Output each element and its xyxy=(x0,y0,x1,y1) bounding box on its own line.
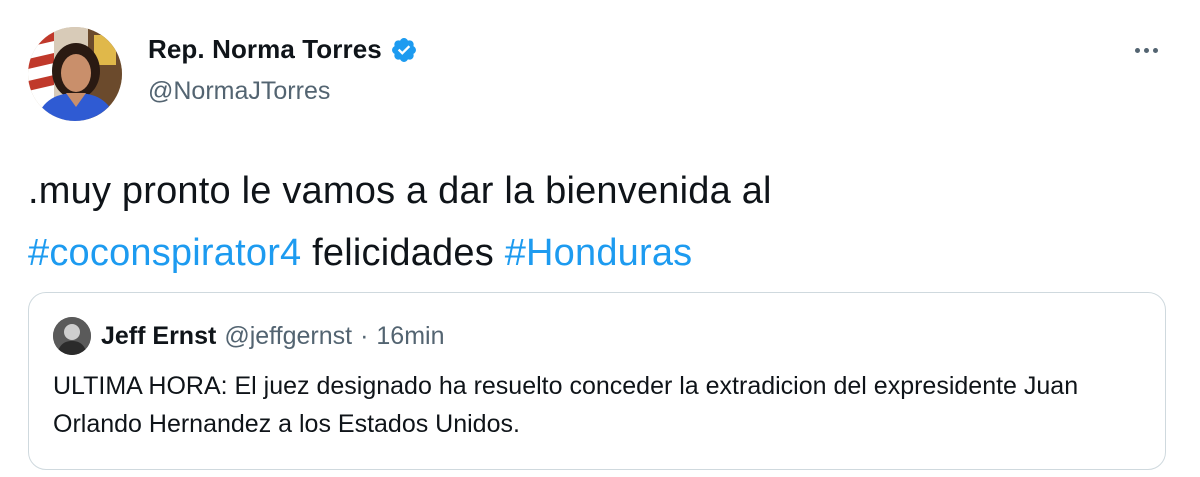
more-options-icon-dot xyxy=(1152,47,1158,53)
tweet-text: .muy pronto le vamos a dar la bienvenida… xyxy=(28,160,1168,284)
author-display-name[interactable]: Rep. Norma Torres xyxy=(148,34,382,65)
more-options-icon xyxy=(1134,47,1140,53)
quoted-tweet[interactable]: Jeff Ernst @jeffgernst · 16min ULTIMA HO… xyxy=(28,292,1166,470)
hashtag-link[interactable]: #Honduras xyxy=(505,232,693,274)
tweet-text-mid: felicidades xyxy=(312,232,494,274)
tweet-text-line1: .muy pronto le vamos a dar la bienvenida… xyxy=(28,170,772,212)
more-options-icon-dot xyxy=(1143,47,1149,53)
profile-photo xyxy=(53,317,91,355)
quoted-author-handle[interactable]: @jeffgernst xyxy=(224,322,352,351)
verified-badge-icon xyxy=(390,36,418,64)
author-avatar[interactable] xyxy=(28,27,122,121)
quoted-tweet-timestamp[interactable]: 16min xyxy=(376,322,444,351)
quoted-tweet-header: Jeff Ernst @jeffgernst · 16min xyxy=(53,317,445,355)
separator-dot: · xyxy=(360,321,369,350)
quoted-tweet-text: ULTIMA HORA: El juez designado ha resuel… xyxy=(53,372,1079,438)
quoted-author-name[interactable]: Jeff Ernst xyxy=(101,322,216,351)
hashtag-link[interactable]: #coconspirator4 xyxy=(28,232,301,274)
tweet-card: Rep. Norma Torres @NormaJTorres .muy pro… xyxy=(0,0,1200,477)
quoted-author-avatar[interactable] xyxy=(53,317,91,355)
author-name-row: Rep. Norma Torres xyxy=(148,34,418,65)
more-options-button[interactable] xyxy=(1124,32,1168,68)
author-handle[interactable]: @NormaJTorres xyxy=(148,77,330,106)
profile-photo xyxy=(28,27,122,121)
